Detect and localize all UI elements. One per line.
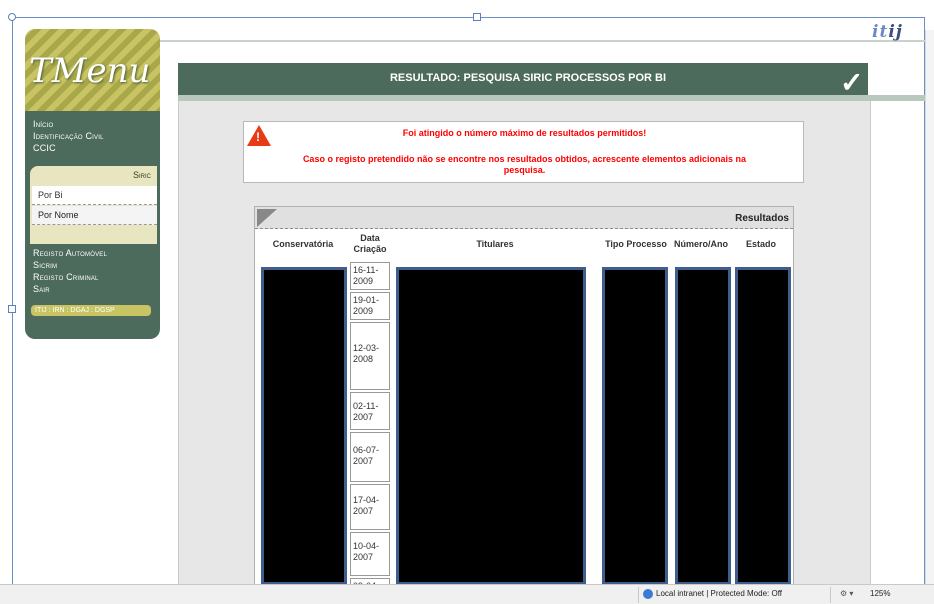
column-header: Conservatória [272, 239, 334, 249]
alert-message: pesquisa. [503, 165, 546, 175]
menu-body: Início Identificação Civil CCIC Siric Po… [25, 111, 160, 339]
results-header: Resultados [255, 207, 793, 229]
redacted-block [735, 267, 791, 585]
siric-submenu: Siric Por Bi Por Nome [30, 166, 157, 244]
column-header: Número/Ano [674, 239, 728, 249]
siric-item-por-bi[interactable]: Por Bi [32, 186, 157, 205]
resize-handle[interactable] [8, 13, 16, 21]
side-menu: TMenu Início Identificação Civil CCIC Si… [25, 29, 160, 339]
settings-icon[interactable]: ⚙ ▾ [840, 589, 853, 598]
security-zone[interactable]: Local intranet | Protected Mode: Off [656, 589, 782, 598]
column-header: Data Criação [353, 233, 387, 254]
table-cell-date: 06-07-2007 [350, 432, 390, 482]
column-header: Estado [745, 239, 776, 249]
redacted-block [396, 267, 586, 585]
resize-handle[interactable] [473, 13, 481, 21]
results-title: Resultados [735, 213, 789, 224]
menu-link-registo-criminal[interactable]: Registo Criminal [33, 272, 99, 282]
itij-logo: itij [872, 22, 903, 42]
table-cell-date: 10-04-2007 [350, 532, 390, 576]
siric-item-por-nome[interactable]: Por Nome [32, 206, 157, 225]
menu-link-identificacao-civil[interactable]: Identificação Civil [33, 131, 104, 141]
results-panel: Resultados Conservatória Data Criação Ti… [254, 206, 794, 587]
menu-link-sicrim[interactable]: Sicrim [33, 260, 57, 270]
column-header: Titulares [476, 239, 514, 249]
menu-link-registo-automovel[interactable]: Registo Automóvel [33, 248, 107, 258]
menu-link-ccic[interactable]: CCIC [33, 143, 56, 153]
menu-header: TMenu [25, 29, 160, 111]
header-divider [160, 40, 925, 42]
menu-link-inicio[interactable]: Início [33, 119, 53, 129]
redacted-block [602, 267, 668, 585]
resize-handle[interactable] [8, 305, 16, 313]
vertical-scrollbar[interactable] [925, 30, 934, 585]
page-title: RESULTADO: PESQUISA SIRIC PROCESSOS POR … [389, 72, 667, 84]
status-separator [830, 587, 831, 603]
redacted-block [675, 267, 731, 585]
status-bar: Local intranet | Protected Mode: Off ⚙ ▾… [0, 584, 934, 604]
alert-message: Caso o registo pretendido não se encontr… [302, 154, 747, 164]
table-cell-date: 12-03-2008 [350, 322, 390, 390]
alert-box: Foi atingido o número máximo de resultad… [243, 121, 804, 183]
table-cell-date: 02-11-2007 [350, 392, 390, 430]
corner-icon [257, 209, 277, 227]
alert-message: Foi atingido o número máximo de resultad… [402, 128, 647, 138]
siric-title[interactable]: Siric [133, 170, 151, 180]
column-header: Tipo Processo [605, 239, 667, 249]
menu-link-sair[interactable]: Sair [33, 284, 50, 294]
browser-window: itij TMenu Início Identificação Civil CC… [0, 0, 934, 604]
globe-icon [643, 589, 653, 599]
menu-footer: ITIJ : IRN : DGAJ : DGSP [31, 305, 151, 316]
status-separator [638, 587, 639, 603]
redacted-block [261, 267, 347, 585]
menu-brand: TMenu [29, 51, 151, 91]
table-cell-date: 17-04-2007 [350, 484, 390, 530]
zoom-level[interactable]: 125% [870, 589, 890, 598]
table-cell-date: 19-01-2009 [350, 292, 390, 320]
table-cell-date: 16-11-2009 [350, 262, 390, 290]
page-banner: RESULTADO: PESQUISA SIRIC PROCESSOS POR … [178, 63, 868, 95]
